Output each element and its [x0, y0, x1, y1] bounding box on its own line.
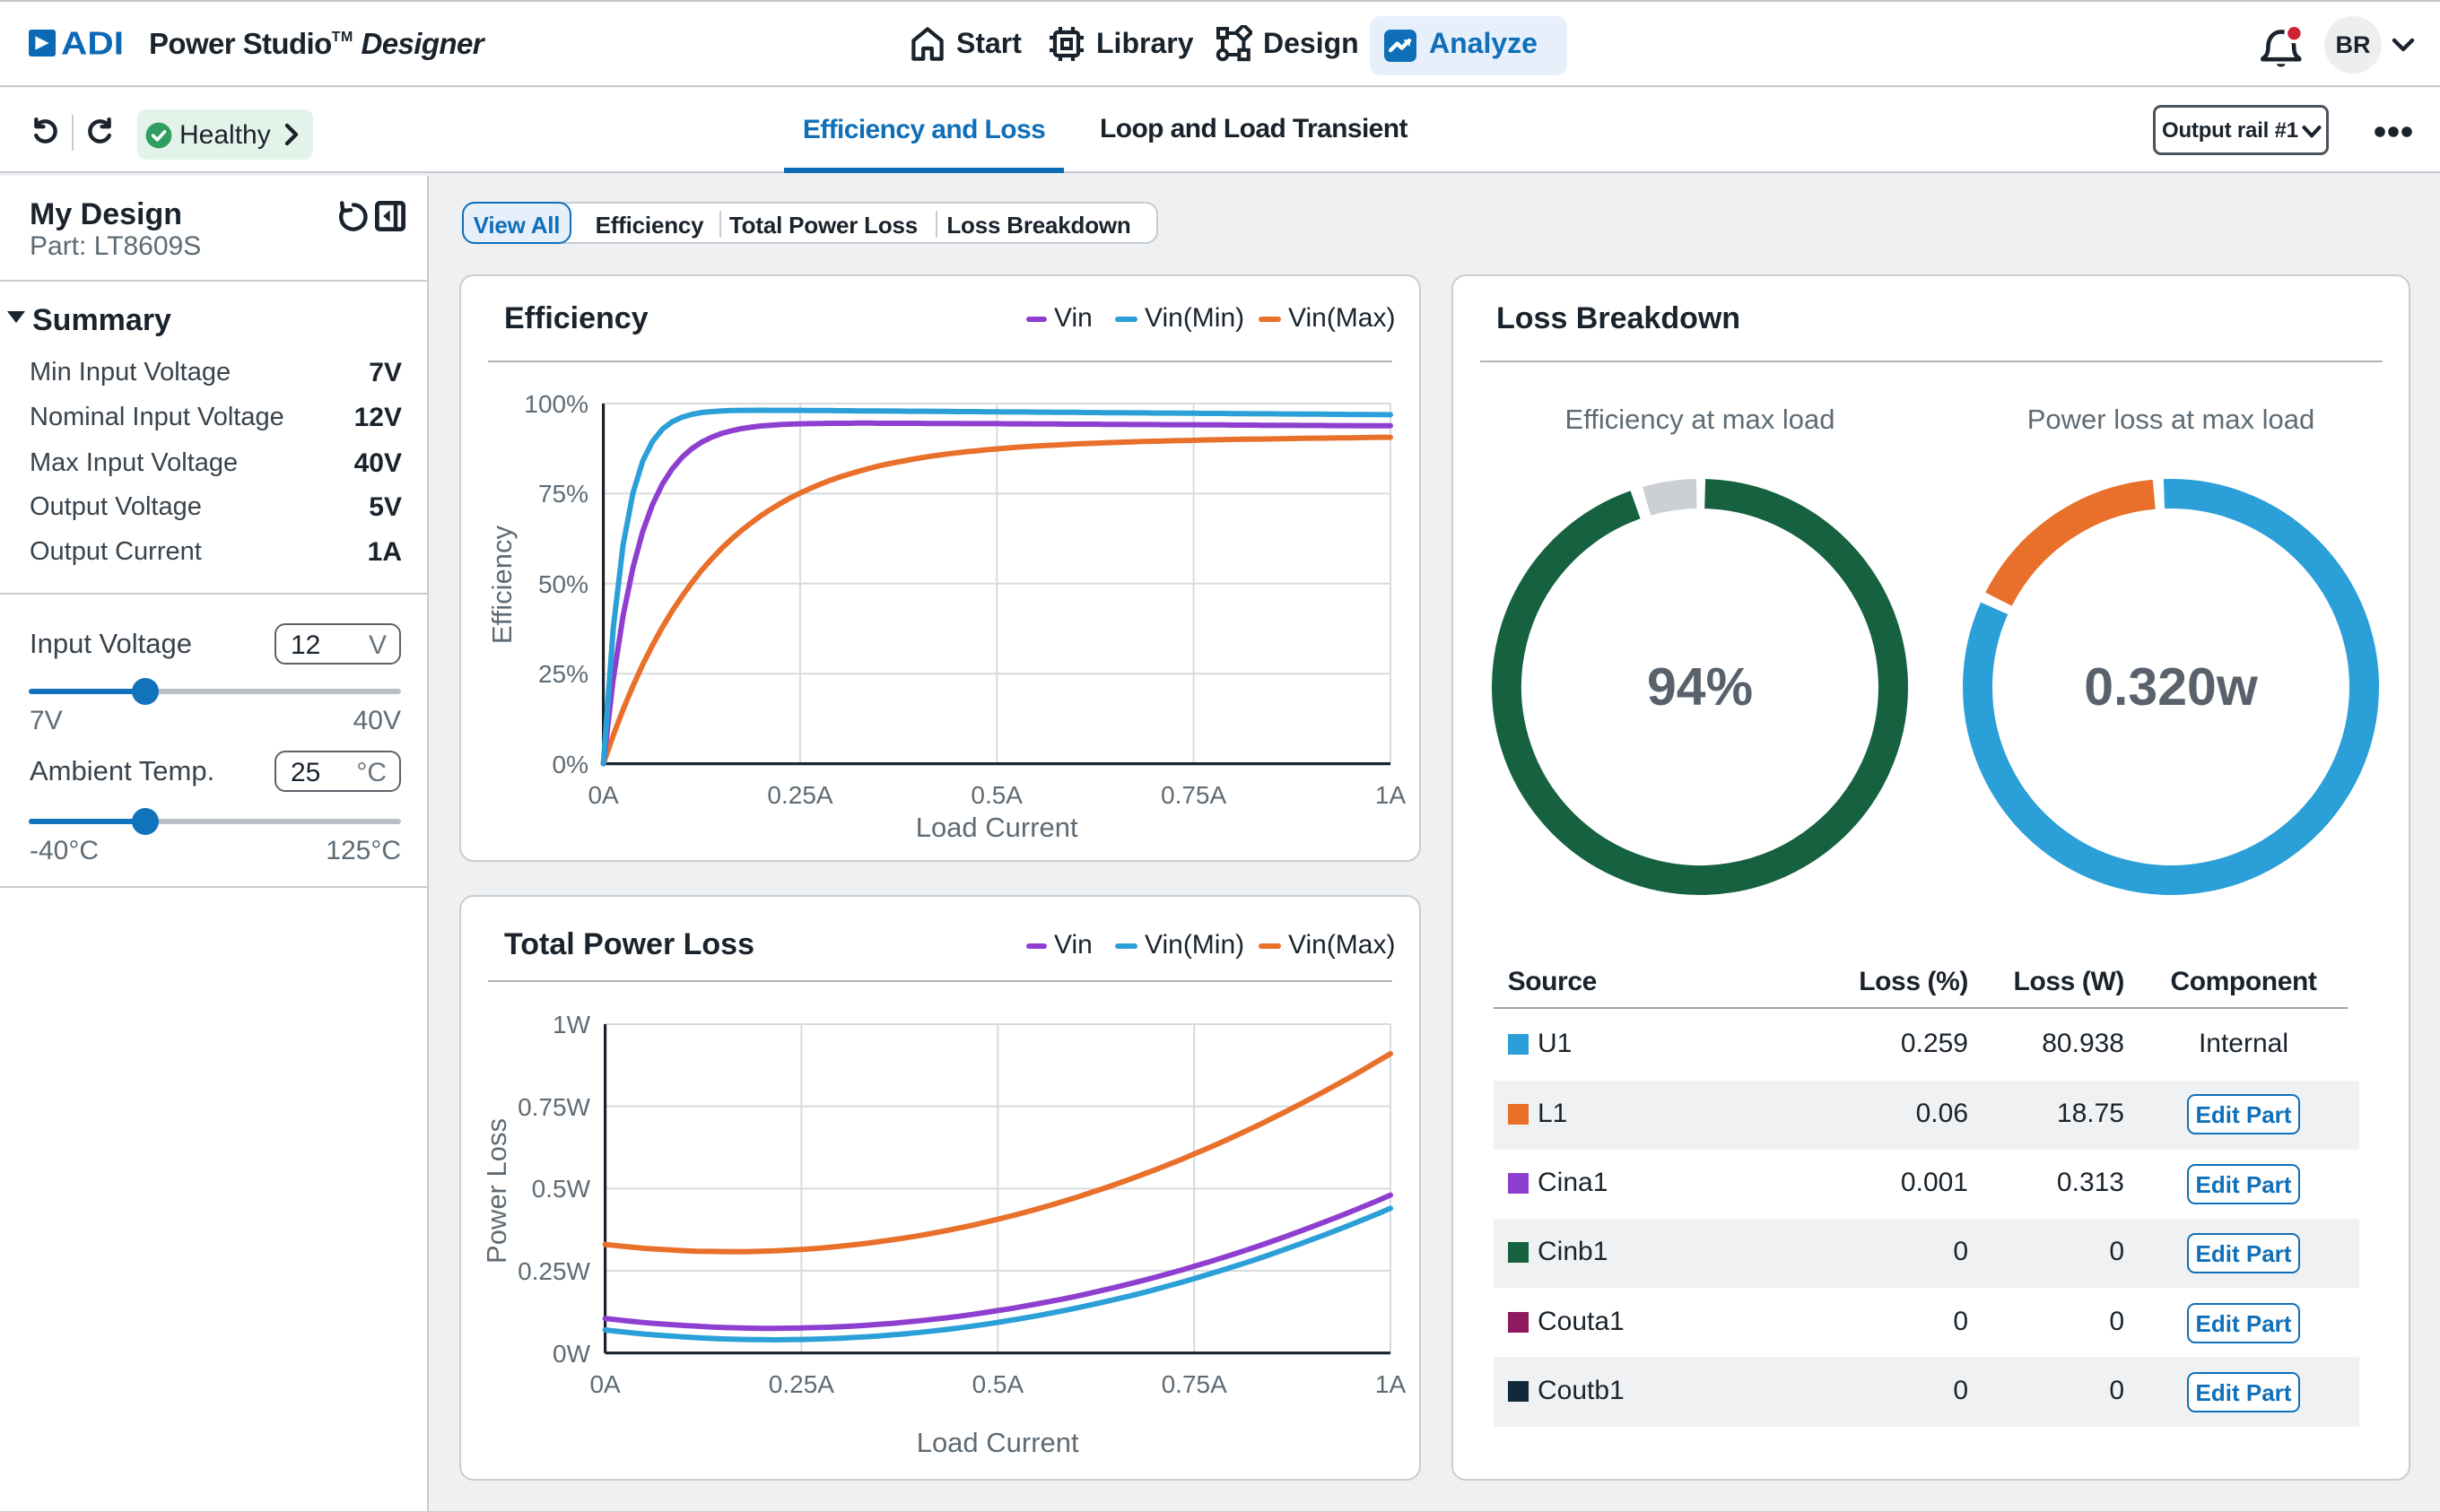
- svg-text:ADI: ADI: [61, 29, 124, 59]
